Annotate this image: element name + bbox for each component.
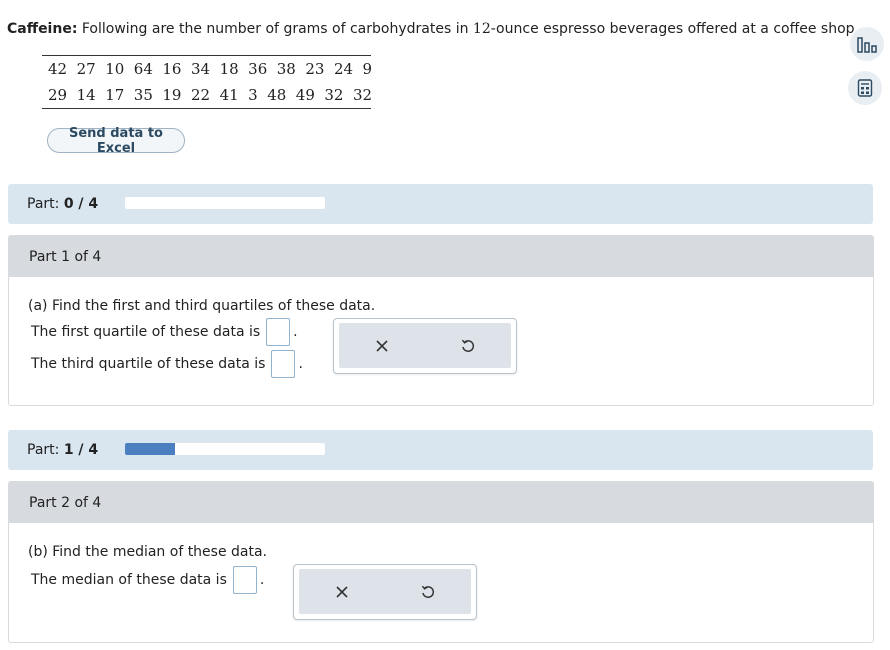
- bar-chart-icon[interactable]: [850, 27, 884, 61]
- data-cell: 36: [248, 60, 268, 78]
- data-cell: 42: [48, 60, 68, 78]
- part-progress-bar: Part: 0 / 4: [8, 184, 873, 224]
- undo-icon[interactable]: [398, 569, 458, 614]
- data-row: 42 27 10 64 16 34 18 36 38 23 24 9: [42, 56, 373, 82]
- question-text: (a) Find the first and third quartiles o…: [28, 298, 376, 314]
- part-progress-value: 1 / 4: [63, 442, 99, 458]
- third-quartile-input[interactable]: [271, 350, 296, 378]
- problem-number: 12: [472, 21, 491, 37]
- calculator-icon[interactable]: [848, 71, 882, 105]
- data-cell: 19: [162, 86, 182, 104]
- data-cell: 48: [267, 86, 287, 104]
- problem-statement: Caffeine: Following are the number of gr…: [7, 21, 859, 37]
- problem-label: Caffeine:: [7, 21, 78, 37]
- data-cell: 10: [105, 60, 125, 78]
- answer-suffix: .: [298, 356, 303, 372]
- part-header: Part 2 of 4: [9, 482, 873, 523]
- data-cell: 34: [190, 60, 211, 78]
- answer-row-third-quartile: The third quartile of these data is .: [31, 350, 303, 378]
- question-text: (b) Find the median of these data.: [28, 544, 268, 560]
- data-table: 42 27 10 64 16 34 18 36 38 23 24 9 29 14…: [42, 55, 373, 109]
- data-cell: 16: [162, 60, 182, 78]
- part-card: Part 1 of 4 (a) Find the first and third…: [8, 235, 874, 406]
- data-cell: 3: [248, 86, 258, 104]
- data-cell: 32: [324, 86, 344, 104]
- part-progress-prefix: Part:: [27, 442, 60, 458]
- answer-label: The third quartile of these data is: [31, 356, 266, 372]
- answer-row-median: The median of these data is .: [31, 566, 264, 594]
- part-card: Part 2 of 4 (b) Find the median of these…: [8, 481, 874, 643]
- data-cell: 64: [133, 60, 153, 78]
- answer-action-panel: [293, 564, 477, 620]
- undo-icon[interactable]: [438, 323, 498, 368]
- median-input[interactable]: [232, 566, 257, 594]
- progress-track: [125, 443, 325, 455]
- answer-action-panel: [333, 318, 517, 374]
- data-cell: 38: [276, 60, 296, 78]
- answer-label: The median of these data is: [31, 572, 227, 588]
- problem-text-before: Following are the number of grams of car…: [81, 21, 469, 37]
- data-cell: 14: [76, 86, 96, 104]
- data-cell: 17: [105, 86, 125, 104]
- answer-suffix: .: [259, 572, 265, 588]
- data-cell: 49: [295, 86, 315, 104]
- data-row: 29 14 17 35 19 22 41 3 48 49 32 32: [42, 82, 373, 108]
- data-cell: 29: [48, 86, 68, 104]
- close-x-icon[interactable]: [352, 323, 412, 368]
- action-panel-inner: [339, 323, 511, 368]
- data-cell: 9: [362, 60, 373, 78]
- progress-track: [125, 197, 325, 209]
- part-progress-prefix: Part:: [27, 196, 60, 212]
- part-progress-value: 0 / 4: [63, 196, 99, 212]
- progress-fill: [125, 443, 175, 455]
- data-cell: 18: [219, 60, 239, 78]
- problem-text-after: -ounce espresso beverages offered at a c…: [490, 21, 859, 37]
- data-cell: 41: [219, 86, 239, 104]
- send-to-excel-button[interactable]: Send data to Excel: [47, 126, 185, 156]
- part-progress-bar: Part: 1 / 4: [8, 430, 873, 470]
- data-cell: 35: [133, 86, 153, 104]
- action-panel-inner: [299, 569, 471, 614]
- first-quartile-input[interactable]: [266, 318, 291, 346]
- data-cell: 22: [190, 86, 211, 104]
- part-header: Part 1 of 4: [9, 236, 873, 277]
- answer-suffix: .: [293, 324, 298, 340]
- data-cell: 23: [305, 60, 325, 78]
- data-cell: 24: [333, 60, 354, 78]
- part-progress-label: Part: 0 / 4: [27, 196, 98, 212]
- close-x-icon[interactable]: [312, 569, 372, 614]
- data-cell: 27: [76, 60, 96, 78]
- answer-label: The first quartile of these data is: [31, 324, 261, 340]
- answer-row-first-quartile: The first quartile of these data is .: [31, 318, 298, 346]
- part-progress-label: Part: 1 / 4: [27, 442, 98, 458]
- data-cell: 32: [352, 86, 373, 104]
